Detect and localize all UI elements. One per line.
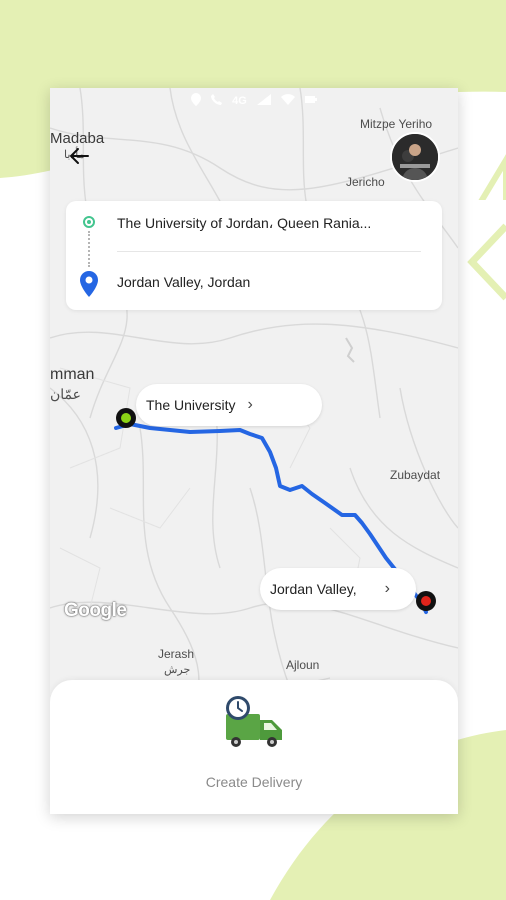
back-button[interactable]	[66, 143, 92, 169]
user-avatar[interactable]	[390, 132, 440, 182]
start-location-bubble[interactable]: The University ›	[136, 384, 322, 426]
back-arrow-icon	[69, 148, 89, 164]
end-location-bubble[interactable]: Jordan Valley, ›	[260, 568, 416, 610]
google-logo: Google	[64, 600, 127, 621]
map-label-ajloun: Ajloun	[286, 658, 320, 672]
start-marker-icon[interactable]	[116, 408, 136, 428]
create-delivery-button[interactable]: Create Delivery	[50, 774, 458, 790]
map-label-jerash: Jerash	[158, 647, 195, 661]
network-type: 4G	[232, 95, 247, 107]
origin-text: The University of Jordan، Queen Rania...	[117, 215, 372, 231]
map-label-jerash-ar: جرش	[164, 664, 191, 676]
divider	[117, 251, 421, 252]
battery-icon	[304, 94, 317, 108]
status-bar: 4G	[50, 88, 458, 114]
chevron-right-icon: ›	[247, 396, 253, 413]
end-location-label: Jordan Valley,	[270, 581, 357, 597]
origin-row[interactable]: The University of Jordan، Queen Rania...	[66, 201, 442, 245]
map-label-jericho: Jericho	[346, 175, 385, 189]
chevron-right-icon: ›	[384, 580, 390, 597]
route-card: The University of Jordan، Queen Rania...…	[66, 201, 442, 310]
origin-dot-icon	[83, 216, 95, 228]
background-chevron-shape	[467, 223, 506, 301]
bottom-sheet: Create Delivery	[50, 680, 458, 814]
map-label-amman: mman	[50, 366, 95, 383]
location-icon	[191, 93, 202, 109]
wifi-icon	[280, 94, 295, 108]
map-label-mitzpe: Mitzpe Yeriho	[360, 117, 433, 131]
start-location-label: The University	[146, 397, 236, 413]
location-pin-icon	[80, 271, 98, 297]
map-label-zubaydat: Zubaydat	[390, 468, 441, 482]
delivery-truck-icon[interactable]	[222, 694, 286, 750]
app-screen: 4G Madaba مأدبا Mitzpe Yeriho Jericho mm…	[50, 88, 458, 814]
destination-text: Jordan Valley, Jordan	[117, 274, 251, 290]
destination-row[interactable]: Jordan Valley, Jordan	[66, 260, 442, 304]
end-marker-icon[interactable]	[416, 591, 436, 611]
map-label-amman-ar: عمّان	[50, 386, 81, 402]
phone-icon	[211, 94, 223, 108]
signal-icon	[256, 94, 271, 108]
